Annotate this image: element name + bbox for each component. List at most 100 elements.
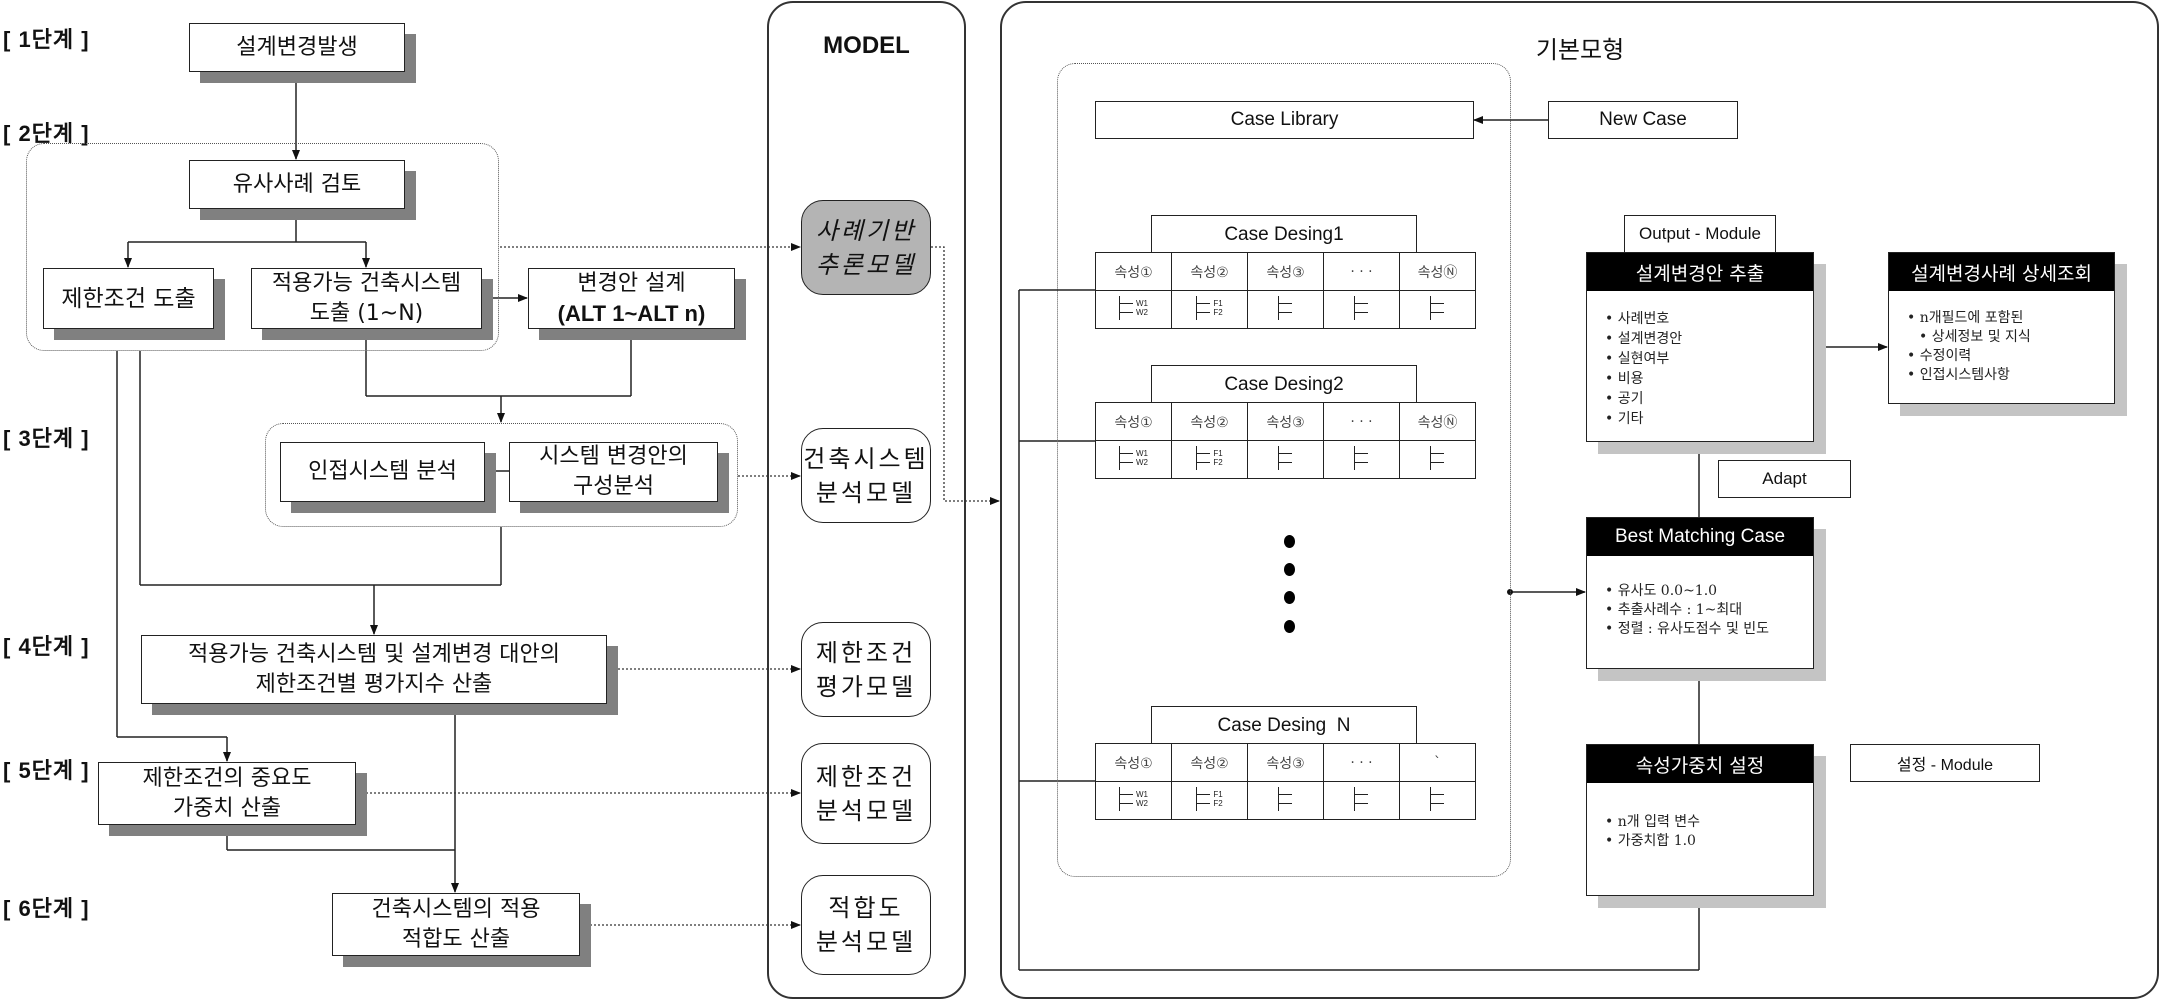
model-line2: 추론모델 <box>815 250 917 279</box>
attribute-value-cell <box>1323 781 1400 820</box>
adjacent-analysis-text: 인접시스템 분석 <box>308 459 457 484</box>
branch-glyph-icon <box>1430 295 1445 320</box>
attribute-header-cell: 속성① <box>1095 402 1172 441</box>
attribute-header-cell: · · · <box>1323 743 1400 782</box>
adapt-text: Adapt <box>1762 469 1807 488</box>
case-design-title: Case Desing N <box>1151 706 1417 744</box>
branch-glyph-icon <box>1196 295 1211 320</box>
config-analysis-box: 시스템 변경안의 구성분석 <box>509 442 718 502</box>
case-library-box: Case Library <box>1095 101 1474 139</box>
flag-sub-labels: F1 F2 <box>1213 449 1222 467</box>
flag-sub-labels: F1 F2 <box>1213 299 1222 317</box>
flag-sub-labels: W1 W2 <box>1136 790 1148 808</box>
case-design-title-text: Case Desing1 <box>1224 223 1344 245</box>
ellipsis-dot <box>1284 535 1295 548</box>
new-case-text: New Case <box>1599 109 1687 130</box>
attribute-value-cell: W1 W2 <box>1095 290 1172 329</box>
flag-sub-label: F2 <box>1213 457 1223 467</box>
flag-sub-label: F1 <box>1213 789 1223 799</box>
list-item: 설계변경안 <box>1605 329 1813 349</box>
step-1-label: [ 1단계 ] <box>3 27 90 52</box>
attribute-value-cell <box>1247 290 1324 329</box>
attribute-value-cell <box>1399 290 1476 329</box>
flag-icon: W1 W2 <box>1119 445 1148 470</box>
eval-index-line1: 적용가능 건축시스템 및 설계변경 대안의 <box>187 641 561 667</box>
case-design-table: 속성① 속성② 속성③ · · · 속성Ⓝ W1 W2 F1 F2 <box>1095 402 1476 479</box>
suitability-box: 건축시스템의 적용 적합도 산출 <box>332 893 580 956</box>
weight-calc-line1: 제한조건의 중요도 <box>142 765 312 791</box>
weight-setting-title: 속성가중치 설정 <box>1587 745 1813 783</box>
output-module-text: Output - Module <box>1639 224 1761 243</box>
setting-module-text: 설정 - Module <box>1896 757 1994 774</box>
list-item-continued-text: 상세정보 및 지식 <box>1931 329 2031 345</box>
attribute-header-cell: 속성② <box>1171 252 1248 291</box>
branch-glyph-icon <box>1354 445 1369 470</box>
model-system-analysis: 건축시스템 분석모델 <box>801 428 931 523</box>
similar-case-review-box: 유사사례 검토 <box>189 160 405 209</box>
flag-icon <box>1278 445 1293 470</box>
eval-index-box: 적용가능 건축시스템 및 설계변경 대안의 제한조건별 평가지수 산출 <box>141 635 607 704</box>
system-derive-line1: 적용가능 건축시스템 <box>271 270 462 296</box>
extract-module-list: 사례번호 설계변경안 실현여부 비용 공기 기타 <box>1587 291 1813 429</box>
attribute-header-cell: 속성Ⓝ <box>1399 252 1476 291</box>
eval-index-line2: 제한조건별 평가지수 산출 <box>255 671 493 697</box>
detail-module: 설계변경사례 상세조회 n개필드에 포함된 상세정보 및 지식 수정이력 인접시… <box>1888 252 2115 404</box>
suitability-line2: 적합도 산출 <box>401 926 511 952</box>
attribute-value-cell <box>1399 781 1476 820</box>
constraint-derive-box: 제한조건 도출 <box>43 268 214 329</box>
best-matching-list: 유사도 0.0~1.0 추출사례수 : 1~최대 정렬 : 유사도점수 및 빈도 <box>1587 556 1813 639</box>
model-case-based-reasoning: 사례기반 추론모델 <box>801 200 931 295</box>
branch-glyph-icon <box>1354 295 1369 320</box>
attribute-header-cell: · · · <box>1323 402 1400 441</box>
output-module-tag: Output - Module <box>1624 215 1776 253</box>
similar-case-review-text: 유사사례 검토 <box>232 171 362 197</box>
flag-sub-label: W2 <box>1136 798 1148 808</box>
list-item: 정렬 : 유사도점수 및 빈도 <box>1605 620 1813 639</box>
attribute-value-cell <box>1399 440 1476 479</box>
branch-glyph-icon <box>1196 445 1211 470</box>
attribute-value-cell: F1 F2 <box>1171 440 1248 479</box>
model-constraint-evaluation: 제한조건 평가모델 <box>801 622 931 717</box>
attribute-header-cell: 속성① <box>1095 743 1172 782</box>
attribute-header-cell: 속성③ <box>1247 252 1324 291</box>
flag-icon <box>1354 445 1369 470</box>
weight-setting-module: 속성가중치 설정 n개 입력 변수 가중치합 1.0 <box>1586 744 1814 896</box>
list-item: 기타 <box>1605 409 1813 429</box>
case-library-text: Case Library <box>1230 109 1339 130</box>
detail-module-title: 설계변경사례 상세조회 <box>1889 253 2114 291</box>
flag-sub-labels: W1 W2 <box>1136 449 1148 467</box>
flag-sub-label: F2 <box>1213 798 1223 808</box>
basic-model-title: 기본모형 <box>1535 36 1625 64</box>
list-item: 추출사례수 : 1~최대 <box>1605 601 1813 620</box>
flag-icon: F1 F2 <box>1196 786 1223 811</box>
branch-glyph-icon <box>1430 445 1445 470</box>
branch-glyph-icon <box>1278 786 1293 811</box>
flag-sub-labels: F1 F2 <box>1213 790 1222 808</box>
list-item-continued: 상세정보 및 지식 <box>1907 328 2114 347</box>
case-design-title-text: Case Desing2 <box>1224 373 1344 395</box>
branch-glyph-icon <box>1278 445 1293 470</box>
step-5-label: [ 5단계 ] <box>3 758 90 783</box>
weight-setting-list: n개 입력 변수 가중치합 1.0 <box>1587 783 1813 851</box>
attribute-value-cell: F1 F2 <box>1171 781 1248 820</box>
adjacent-analysis-box: 인접시스템 분석 <box>280 442 485 502</box>
attribute-value-cell: F1 F2 <box>1171 290 1248 329</box>
branch-glyph-icon <box>1430 786 1445 811</box>
step-6-label: [ 6단계 ] <box>3 896 90 921</box>
list-item: n개 입력 변수 <box>1605 813 1813 832</box>
design-change-box: 설계변경발생 <box>189 23 405 72</box>
flag-icon <box>1430 295 1445 320</box>
list-item: 실현여부 <box>1605 349 1813 369</box>
flag-icon <box>1354 786 1369 811</box>
model-constraint-analysis: 제한조건 분석모델 <box>801 743 931 844</box>
weight-calc-box: 제한조건의 중요도 가중치 산출 <box>98 762 356 825</box>
extract-module: 설계변경안 추출 사례번호 설계변경안 실현여부 비용 공기 기타 <box>1586 252 1814 442</box>
attribute-header-cell: 속성③ <box>1247 743 1324 782</box>
branch-glyph-icon <box>1354 786 1369 811</box>
flag-icon: F1 F2 <box>1196 295 1223 320</box>
model-line2: 평가모델 <box>815 672 917 701</box>
flag-icon: W1 W2 <box>1119 295 1148 320</box>
model-suitability-analysis: 적합도 분석모델 <box>801 875 931 975</box>
alt-design-line2: (ALT 1~ALT n) <box>557 300 706 326</box>
model-line1: 건축시스템 <box>803 444 929 473</box>
